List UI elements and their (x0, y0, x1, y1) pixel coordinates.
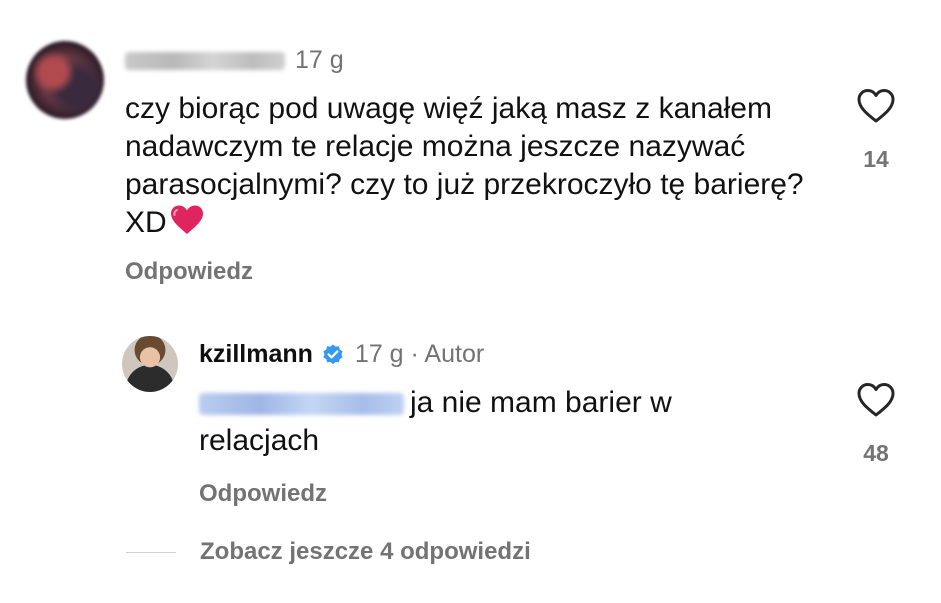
comment-meta: 17 g (125, 46, 344, 75)
view-more-replies[interactable]: Zobacz jeszcze 4 odpowiedzi (126, 538, 531, 566)
blurred-username[interactable] (125, 51, 285, 70)
like-count: 14 (863, 146, 889, 172)
avatar[interactable] (122, 336, 178, 392)
blurred-mention[interactable] (199, 393, 404, 416)
view-more-label[interactable]: Zobacz jeszcze 4 odpowiedzi (200, 538, 531, 566)
divider (126, 551, 176, 553)
reply-button[interactable]: Odpowiedz (125, 258, 253, 286)
comment-text: ja nie mam barier w relacjach (199, 384, 759, 460)
comment-time: 17 g · Autor (354, 340, 485, 368)
like-count: 48 (863, 440, 889, 466)
verified-badge-icon (323, 344, 343, 364)
heart-outline-icon[interactable] (856, 382, 896, 418)
like-control: 14 (851, 88, 901, 173)
reply-button[interactable]: Odpowiedz (199, 480, 327, 508)
comment-meta: kzillmann 17 g · Autor (199, 340, 484, 369)
comment-body: czy biorąc pod uwagę więź jaką masz z ka… (125, 92, 804, 239)
username[interactable]: kzillmann (199, 340, 313, 369)
comment-text: czy biorąc pod uwagę więź jaką masz z ka… (125, 90, 805, 242)
heart-outline-icon[interactable] (856, 88, 896, 124)
like-control: 48 (851, 382, 901, 467)
red-heart-emoji-icon (170, 205, 203, 234)
avatar[interactable] (26, 41, 104, 119)
comment-time: 17 g (295, 46, 344, 74)
